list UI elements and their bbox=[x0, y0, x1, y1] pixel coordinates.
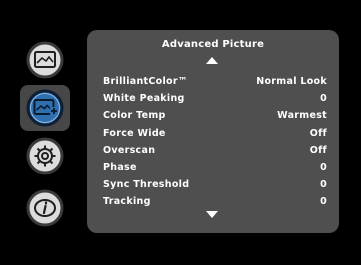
menu-item-value: 0 bbox=[320, 196, 327, 208]
menu-item-label: BrilliantColor™ bbox=[103, 76, 188, 88]
menu-item-value: 0 bbox=[320, 93, 327, 105]
menu-item-value: Warmest bbox=[277, 110, 327, 122]
menu-item-force-wide[interactable]: Force Wide Off bbox=[103, 125, 327, 142]
info-icon[interactable] bbox=[25, 188, 65, 228]
menu-item-label: Color Temp bbox=[103, 110, 166, 122]
menu-item-label: Phase bbox=[103, 162, 137, 174]
menu-item-tracking[interactable]: Tracking 0 bbox=[103, 193, 327, 210]
menu-item-label: White Peaking bbox=[103, 93, 185, 105]
menu-item-brilliantcolor[interactable]: BrilliantColor™ Normal Look bbox=[103, 73, 327, 90]
picture-icon[interactable] bbox=[25, 40, 65, 80]
menu-item-label: Tracking bbox=[103, 196, 151, 208]
menu-item-sync-threshold[interactable]: Sync Threshold 0 bbox=[103, 176, 327, 193]
menu-item-value: Off bbox=[309, 144, 327, 156]
menu-item-overscan[interactable]: Overscan Off bbox=[103, 142, 327, 159]
menu-list: BrilliantColor™ Normal Look White Peakin… bbox=[103, 73, 327, 211]
advanced-picture-panel: Advanced Picture BrilliantColor™ Normal … bbox=[87, 30, 339, 233]
menu-item-label: Overscan bbox=[103, 144, 156, 156]
menu-item-label: Sync Threshold bbox=[103, 179, 190, 191]
menu-item-value: 0 bbox=[320, 179, 327, 191]
advanced-picture-icon[interactable] bbox=[25, 88, 65, 128]
settings-gear-icon[interactable] bbox=[25, 136, 65, 176]
menu-item-value: Off bbox=[309, 127, 327, 139]
menu-item-phase[interactable]: Phase 0 bbox=[103, 159, 327, 176]
menu-icon-rail bbox=[0, 0, 80, 265]
menu-item-value: Normal Look bbox=[256, 76, 327, 88]
menu-item-color-temp[interactable]: Color Temp Warmest bbox=[103, 107, 327, 124]
menu-item-white-peaking[interactable]: White Peaking 0 bbox=[103, 90, 327, 107]
scroll-down-arrow-icon[interactable] bbox=[206, 211, 218, 218]
panel-title: Advanced Picture bbox=[161, 39, 265, 50]
scroll-up-arrow-icon[interactable] bbox=[206, 57, 218, 64]
menu-item-label: Force Wide bbox=[103, 127, 166, 139]
menu-item-value: 0 bbox=[320, 162, 327, 174]
